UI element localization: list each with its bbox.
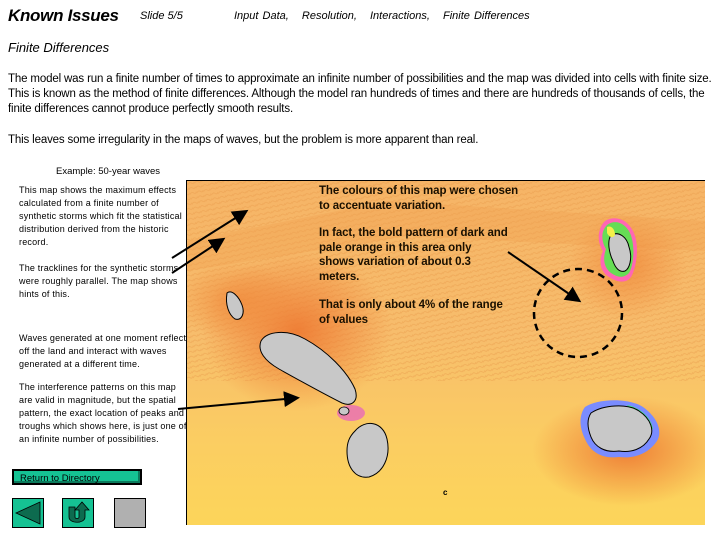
- intro-paragraph: The model was run a finite number of tim…: [8, 73, 712, 115]
- islet: [338, 406, 350, 416]
- summary-paragraph: This leaves some irregularity in the map…: [8, 134, 479, 146]
- side-note-interference: The interference patterns on this map ar…: [19, 382, 187, 444]
- topic-list: Input Data, Resolution, Interactions, Fi…: [234, 10, 539, 22]
- topic-resolution[interactable]: Resolution,: [302, 10, 357, 22]
- return-to-directory-button[interactable]: Return to Directory: [12, 469, 142, 485]
- slide-title: Known Issues: [8, 6, 119, 25]
- previous-slide-button[interactable]: [12, 498, 44, 528]
- side-note-max-effects: This map shows the maximum effects calcu…: [19, 185, 182, 247]
- map-note-percentage: That is only about 4% of the range of va…: [319, 299, 503, 326]
- return-back-button[interactable]: [62, 498, 94, 528]
- topic-finite-differences[interactable]: Finite Differences: [443, 10, 530, 22]
- se-island: [587, 405, 653, 452]
- triangle-left-icon: [15, 501, 41, 525]
- section-title: Finite Differences: [8, 40, 110, 55]
- map-note-colours: The colours of this map were chosen to a…: [319, 185, 519, 212]
- side-note-reflection: Waves generated at one moment reflect of…: [19, 333, 187, 369]
- example-label: Example: 50-year waves: [56, 166, 161, 177]
- topic-interactions[interactable]: Interactions,: [370, 10, 430, 22]
- blank-nav-button[interactable]: [114, 498, 146, 528]
- u-turn-arrow-icon: [68, 501, 90, 523]
- slide-number: Slide 5/5: [140, 10, 183, 22]
- map-note-variation: In fact, the bold pattern of dark and pa…: [319, 227, 508, 283]
- map-marker-label: c: [443, 488, 448, 497]
- topic-input-data[interactable]: Input Data,: [234, 10, 289, 22]
- side-note-tracklines: The tracklines for the synthetic storms …: [19, 263, 179, 299]
